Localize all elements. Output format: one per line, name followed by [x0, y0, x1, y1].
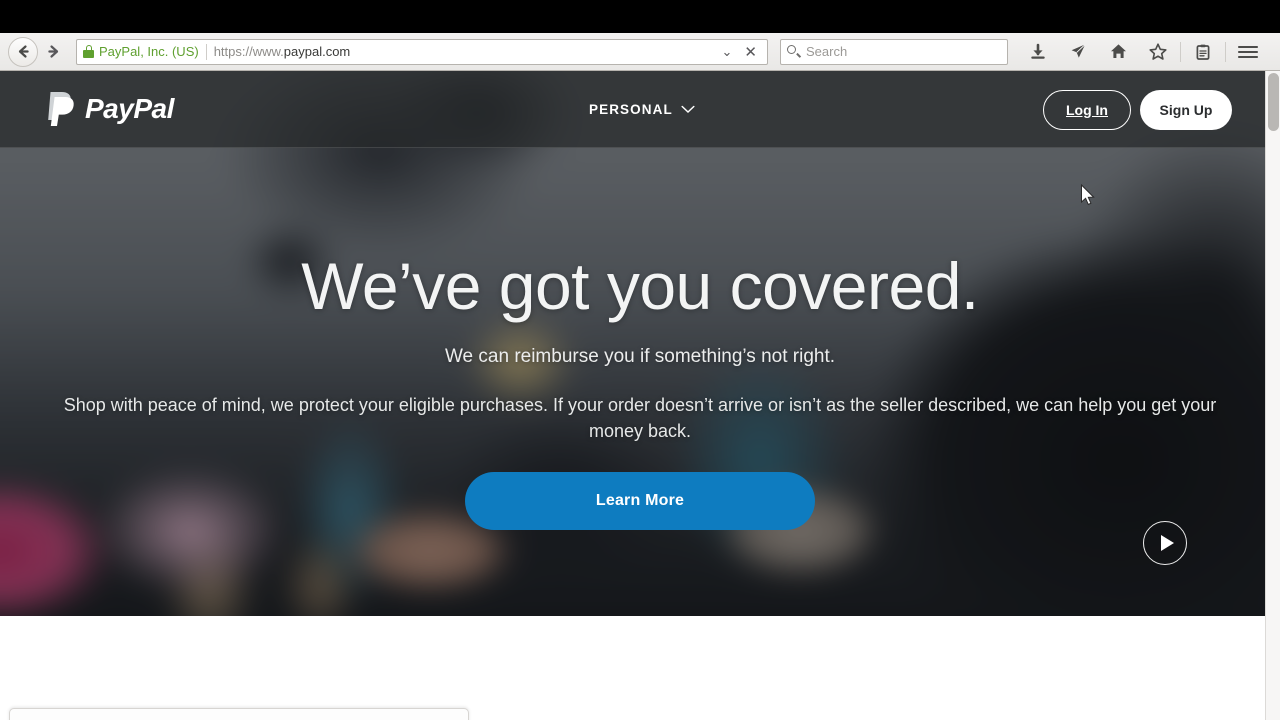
url-dropdown-icon[interactable]: ⌄ [716, 44, 739, 60]
site-navbar: PayPal PERSONAL Log In Sign Up [0, 71, 1280, 148]
page-below-hero [0, 616, 1280, 720]
hamburger-menu-icon[interactable] [1228, 37, 1268, 67]
nav-personal-label: PERSONAL [589, 102, 673, 117]
search-placeholder: Search [806, 44, 848, 59]
navigation-buttons [8, 36, 68, 67]
screen: PayPal, Inc. (US) https://www.paypal.com… [0, 0, 1280, 720]
play-video-button[interactable] [1143, 521, 1187, 565]
url-text: https://www.paypal.com [214, 44, 716, 59]
page-scrollbar[interactable] [1265, 71, 1280, 720]
browser-toolbar: PayPal, Inc. (US) https://www.paypal.com… [0, 33, 1280, 71]
toolbar-divider [1180, 41, 1181, 62]
hero-body-line-2: money back. [588, 421, 692, 442]
page-viewport: PayPal PERSONAL Log In Sign Up We’ve got… [0, 71, 1280, 720]
home-icon[interactable] [1098, 37, 1138, 67]
chevron-down-icon [681, 101, 695, 119]
desktop-top-bar [0, 0, 1280, 33]
paypal-wordmark: PayPal [85, 93, 174, 124]
play-triangle-icon [1160, 535, 1174, 551]
lock-icon [83, 45, 94, 58]
stop-close-icon[interactable]: ✕ [738, 43, 763, 61]
forward-button[interactable] [38, 37, 68, 67]
search-icon [787, 45, 802, 58]
browser-notification-bar[interactable] [9, 708, 469, 720]
back-button[interactable] [8, 36, 38, 67]
url-divider [205, 43, 207, 60]
hero-headline: We’ve got you covered. [301, 249, 979, 323]
nav-personal-dropdown[interactable]: PERSONAL [589, 71, 695, 148]
downloads-icon[interactable] [1018, 37, 1058, 67]
url-domain: paypal.com [283, 44, 351, 59]
back-arrow-icon [18, 45, 29, 58]
site-identity-label: PayPal, Inc. (US) [99, 44, 199, 59]
hero-subheadline: We can reimburse you if something’s not … [444, 346, 836, 367]
pocket-icon[interactable] [1058, 37, 1098, 67]
toolbar-icon-group [1018, 37, 1268, 67]
url-bar[interactable]: PayPal, Inc. (US) https://www.paypal.com… [76, 38, 768, 65]
login-button-label: Log In [1066, 101, 1108, 118]
toolbar-divider-2 [1225, 41, 1226, 62]
paypal-p-mark-icon [48, 92, 74, 126]
scrollbar-thumb[interactable] [1268, 73, 1279, 131]
search-input[interactable]: Search [780, 38, 1008, 65]
paypal-logo[interactable]: PayPal [46, 90, 174, 128]
hero-content: We’ve got you covered. We can reimburse … [0, 148, 1280, 531]
signup-button[interactable]: Sign Up [1140, 89, 1232, 130]
hero-body-line-1: Shop with peace of mind, we protect your… [63, 395, 1217, 415]
learn-more-button[interactable]: Learn More [465, 472, 815, 531]
library-icon[interactable] [1183, 37, 1223, 67]
hero-section: PayPal PERSONAL Log In Sign Up We’ve got… [0, 71, 1280, 616]
nav-action-buttons: Log In Sign Up [1043, 71, 1232, 148]
bookmark-star-icon[interactable] [1138, 37, 1178, 67]
url-scheme: https://www. [213, 44, 284, 59]
login-button[interactable]: Log In [1043, 89, 1131, 130]
hero-body-copy: Shop with peace of mind, we protect your… [0, 392, 1280, 444]
forward-arrow-icon [47, 45, 58, 58]
